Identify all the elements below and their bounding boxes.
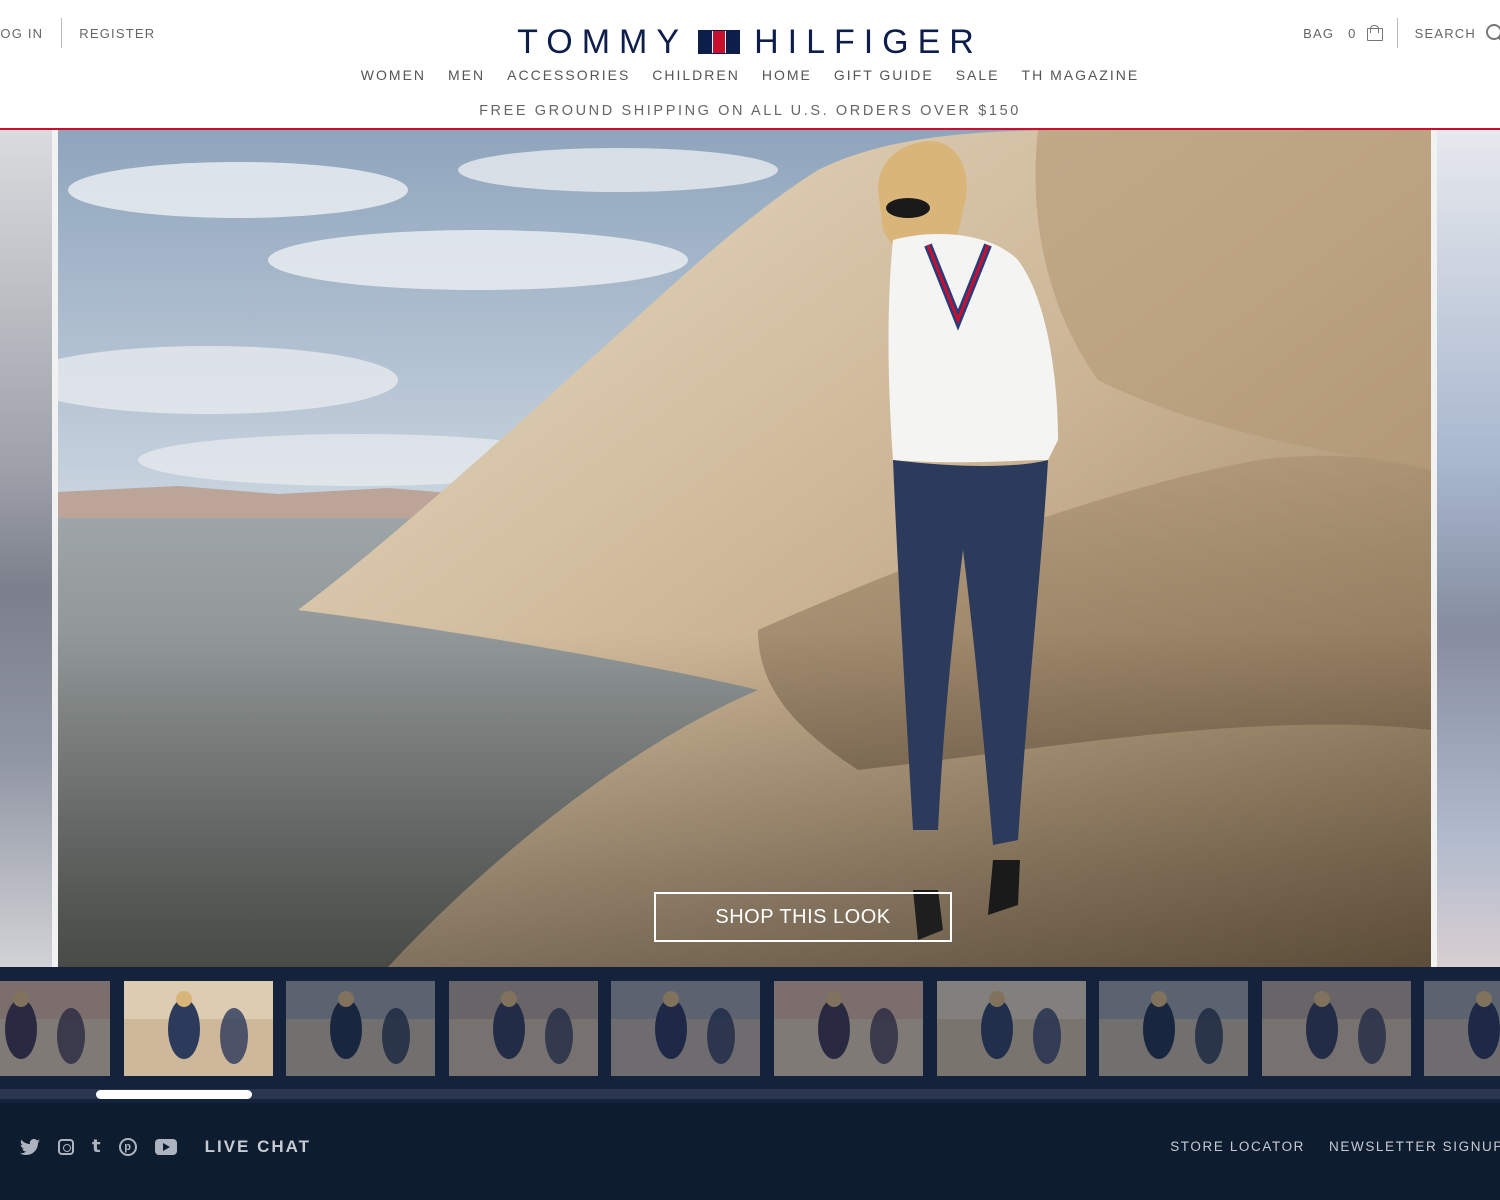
live-chat-link[interactable]: LIVE CHAT [205, 1137, 311, 1157]
hero-image: SHOP THIS LOOK [58, 130, 1431, 967]
shipping-promo-banner[interactable]: FREE GROUND SHIPPING ON ALL U.S. ORDERS … [0, 103, 1500, 119]
nav-item-men[interactable]: MEN [437, 66, 496, 84]
site-header: LOG IN REGISTER TOMMY HILFIGER BAG 0 SEA… [0, 0, 1500, 130]
shopping-bag-icon[interactable] [1366, 25, 1383, 41]
nav-item-women[interactable]: WOMEN [350, 66, 437, 84]
thumbnail-8[interactable] [1099, 981, 1249, 1076]
bag-count[interactable]: 0 [1348, 26, 1356, 41]
thumbnail-9[interactable] [1261, 981, 1411, 1076]
thumbnail-2[interactable] [123, 981, 273, 1076]
next-slide-image[interactable] [1437, 130, 1500, 967]
thumbnail-3[interactable] [286, 981, 436, 1076]
nav-item-gift-guide[interactable]: GIFT GUIDE [823, 66, 945, 84]
search-icon[interactable] [1486, 24, 1500, 42]
newsletter-signup-link[interactable]: NEWSLETTER SIGNUP [1329, 1139, 1500, 1154]
main-nav: WOMEN MEN ACCESSORIES CHILDREN HOME GIFT… [0, 66, 1500, 84]
nav-item-home[interactable]: HOME [751, 66, 823, 84]
site-footer: t p LIVE CHAT STORE LOCATOR NEWSLETTER S… [0, 1103, 1500, 1200]
tommy-hilfiger-logo[interactable]: TOMMY HILFIGER [0, 24, 1500, 60]
thumbnail-scrollbar-handle[interactable] [96, 1090, 252, 1099]
tumblr-icon[interactable]: t [92, 1136, 101, 1157]
nav-item-accessories[interactable]: ACCESSORIES [496, 66, 641, 84]
thumbnail-6[interactable] [774, 981, 923, 1076]
search-link[interactable]: SEARCH [1415, 26, 1476, 41]
flag-logo-icon [698, 30, 741, 54]
footer-links: STORE LOCATOR NEWSLETTER SIGNUP [1170, 1139, 1500, 1154]
pinterest-icon[interactable]: p [118, 1137, 137, 1156]
thumbnail-strip [0, 967, 1500, 1103]
youtube-icon[interactable] [154, 1138, 187, 1155]
thumbnail-5[interactable] [611, 981, 761, 1076]
logo-text-right: HILFIGER [754, 23, 983, 61]
nav-item-sale[interactable]: SALE [945, 66, 1011, 84]
thumbnail-7[interactable] [936, 981, 1086, 1076]
instagram-icon[interactable] [58, 1138, 74, 1155]
divider [1396, 18, 1398, 48]
logo-text-left: TOMMY [517, 23, 689, 61]
bag-link[interactable]: BAG [1303, 26, 1334, 41]
thumbnail-10[interactable] [1424, 981, 1500, 1076]
hero-carousel: SHOP THIS LOOK [0, 130, 1500, 967]
twitter-icon[interactable] [20, 1138, 40, 1155]
previous-slide-image[interactable] [0, 130, 52, 967]
social-links: t p LIVE CHAT [20, 1136, 311, 1157]
nav-item-children[interactable]: CHILDREN [641, 66, 751, 84]
shop-this-look-button[interactable]: SHOP THIS LOOK [654, 892, 952, 942]
thumbnail-1[interactable] [0, 981, 110, 1076]
utility-links: BAG 0 SEARCH [1303, 18, 1500, 48]
nav-item-th-magazine[interactable]: TH MAGAZINE [1011, 66, 1151, 84]
store-locator-link[interactable]: STORE LOCATOR [1170, 1139, 1305, 1154]
thumbnail-4[interactable] [448, 981, 598, 1076]
